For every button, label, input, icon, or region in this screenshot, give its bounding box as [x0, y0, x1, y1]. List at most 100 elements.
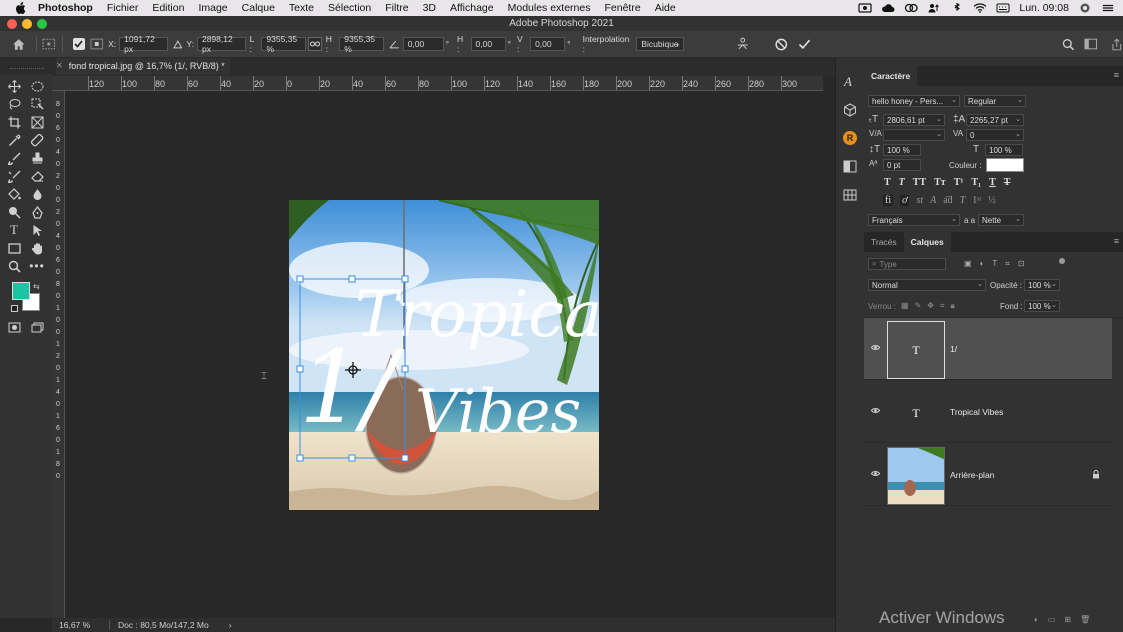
new-fill-layer-icon[interactable]: ◐ — [1034, 615, 1039, 624]
all-caps-button[interactable]: TT — [913, 177, 926, 188]
foreground-color-swatch[interactable] — [12, 282, 30, 300]
cloud-icon[interactable] — [881, 3, 895, 13]
menubar-clock[interactable]: Lun. 09:08 — [1019, 2, 1069, 14]
menu-affichage[interactable]: Affichage — [450, 2, 494, 14]
visibility-eye-icon[interactable] — [871, 344, 880, 351]
transform-handle-top[interactable] — [348, 275, 356, 283]
strikethrough-button[interactable]: T — [1004, 177, 1011, 188]
transform-handle-br[interactable] — [401, 454, 409, 462]
opacity-field[interactable]: 100 % ⌄ — [1024, 279, 1060, 291]
menu-edition[interactable]: Edition — [152, 2, 184, 14]
menu-3d[interactable]: 3D — [423, 2, 436, 14]
home-icon[interactable] — [12, 38, 26, 51]
smart-object-filter-icon[interactable]: ⊡ — [1018, 259, 1025, 269]
lock-all-icon[interactable]: 🔒︎ — [950, 301, 954, 311]
path-selection-tool-icon[interactable] — [30, 223, 44, 237]
bluetooth-icon[interactable] — [950, 3, 964, 13]
history-brush-tool-icon[interactable] — [7, 169, 21, 183]
baseline-shift-field[interactable]: 0 pt — [883, 159, 921, 171]
vertical-scale-field[interactable]: 100 % — [883, 144, 921, 156]
tab-paths[interactable]: Tracés — [864, 232, 904, 252]
menu-aide[interactable]: Aide — [655, 2, 676, 14]
type-tool-icon[interactable]: T — [7, 222, 21, 237]
horizontal-scale-field[interactable]: 100 % — [985, 144, 1023, 156]
superscript-button[interactable]: T¹ — [954, 177, 964, 188]
transform-handle-bl[interactable] — [296, 454, 304, 462]
user-switch-icon[interactable] — [927, 3, 941, 13]
horizontal-ruler[interactable]: 120 100 80 60 40 20 0 20 40 60 80 100 120 140 160 180 20… — [52, 76, 823, 91]
interpolation-select[interactable]: Bicubique ⌄ — [636, 37, 684, 51]
siri-icon[interactable] — [1078, 3, 1092, 13]
marquee-tool-icon[interactable] — [30, 79, 44, 93]
tab-layers[interactable]: Calques — [903, 232, 951, 252]
menu-image[interactable]: Image — [198, 2, 227, 14]
new-layer-icon[interactable]: ⊞ — [1064, 615, 1071, 624]
delete-layer-icon[interactable]: 🗑︎ — [1080, 615, 1090, 624]
object-selection-tool-icon[interactable] — [30, 97, 44, 111]
link-proportions-button[interactable] — [308, 37, 322, 51]
lock-artboard-icon[interactable]: ⌗ — [940, 301, 945, 311]
tracking-field[interactable]: 0 ⌄ — [966, 129, 1024, 141]
titling-alternates-button[interactable]: T — [960, 195, 966, 206]
stylistic-alternates-button[interactable]: a͞d — [943, 195, 952, 206]
layer-row-2[interactable]: T Tropical Vibes — [864, 381, 1112, 443]
creative-cloud-icon[interactable] — [904, 3, 919, 13]
lock-transparent-icon[interactable]: ▦ — [901, 301, 909, 311]
fill-field[interactable]: 100 % ⌄ — [1024, 300, 1060, 312]
kerning-field[interactable]: ⌄ — [883, 129, 945, 141]
y-position-field[interactable]: 2898,12 px — [196, 34, 246, 54]
height-scale-field[interactable]: 9355,35 % — [339, 34, 385, 54]
transform-bounding-box[interactable] — [295, 275, 411, 465]
lock-pixels-icon[interactable]: ✎ — [915, 301, 922, 311]
x-position-field[interactable]: 1091,72 px — [119, 34, 168, 54]
font-size-field[interactable]: 2806,61 pt ⌄ — [883, 114, 945, 126]
swap-colors-icon[interactable]: ⇆ — [33, 282, 40, 291]
rotation-angle-field[interactable]: 0,00 — [402, 37, 444, 51]
plugin-panel-icon[interactable]: R — [843, 131, 857, 145]
menu-selection[interactable]: Sélection — [328, 2, 371, 14]
lock-position-icon[interactable]: ✥ — [927, 301, 934, 311]
zoom-level[interactable]: 16,67 % — [59, 620, 103, 630]
frame-tool-icon[interactable] — [30, 115, 44, 129]
warp-mode-icon[interactable] — [736, 37, 750, 51]
underline-button[interactable]: T — [989, 177, 996, 188]
default-colors-icon[interactable] — [11, 305, 18, 312]
search-icon[interactable] — [1062, 38, 1075, 51]
reference-point-crosshair[interactable] — [345, 362, 361, 378]
language-select[interactable]: Français ⌄ — [868, 214, 960, 226]
layer-row-1[interactable]: T 1/ — [864, 318, 1112, 380]
layer-name[interactable]: Tropical Vibes — [950, 407, 1003, 417]
reference-grid-icon[interactable] — [90, 38, 104, 50]
leading-field[interactable]: 2265,27 pt ⌄ — [966, 114, 1024, 126]
status-arrow-icon[interactable]: › — [229, 620, 232, 630]
new-group-icon[interactable]: ▭ — [1048, 615, 1056, 624]
blur-tool-icon[interactable] — [30, 187, 44, 201]
antialias-select[interactable]: Nette ⌄ — [978, 214, 1024, 226]
reference-point-icon[interactable] — [42, 38, 56, 50]
move-tool-icon[interactable] — [7, 79, 21, 93]
ordinals-button[interactable]: 1ˢᵗ — [972, 195, 981, 206]
wifi-icon[interactable] — [973, 3, 987, 13]
font-style-select[interactable]: Regular ⌄ — [964, 95, 1026, 107]
panel-menu-icon[interactable]: ≡ — [1114, 236, 1119, 246]
rectangle-tool-icon[interactable] — [7, 241, 21, 255]
transform-handle-tr[interactable] — [401, 275, 409, 283]
h-skew-field[interactable]: 0,00 — [470, 37, 506, 51]
paint-bucket-tool-icon[interactable] — [7, 187, 21, 201]
panel-menu-icon[interactable]: ≡ — [1114, 70, 1119, 80]
menu-app-name[interactable]: Photoshop — [38, 2, 93, 14]
close-tab-icon[interactable]: ✕ — [56, 61, 63, 70]
filter-toggle-icon[interactable] — [1059, 258, 1065, 264]
faux-italic-button[interactable]: T — [899, 177, 905, 188]
transform-handle-bottom[interactable] — [348, 454, 356, 462]
adjustments-panel-icon[interactable] — [843, 160, 857, 173]
swash-button[interactable]: A — [930, 195, 936, 206]
faux-bold-button[interactable]: T — [884, 177, 891, 188]
dodge-tool-icon[interactable] — [7, 205, 21, 219]
subscript-button[interactable]: T₁ — [971, 177, 981, 188]
eyedropper-tool-icon[interactable] — [7, 133, 21, 147]
menu-fichier[interactable]: Fichier — [107, 2, 139, 14]
more-tools-icon[interactable]: ••• — [29, 259, 44, 273]
layer-name[interactable]: Arrière-plan — [950, 470, 994, 480]
menu-calque[interactable]: Calque — [242, 2, 275, 14]
